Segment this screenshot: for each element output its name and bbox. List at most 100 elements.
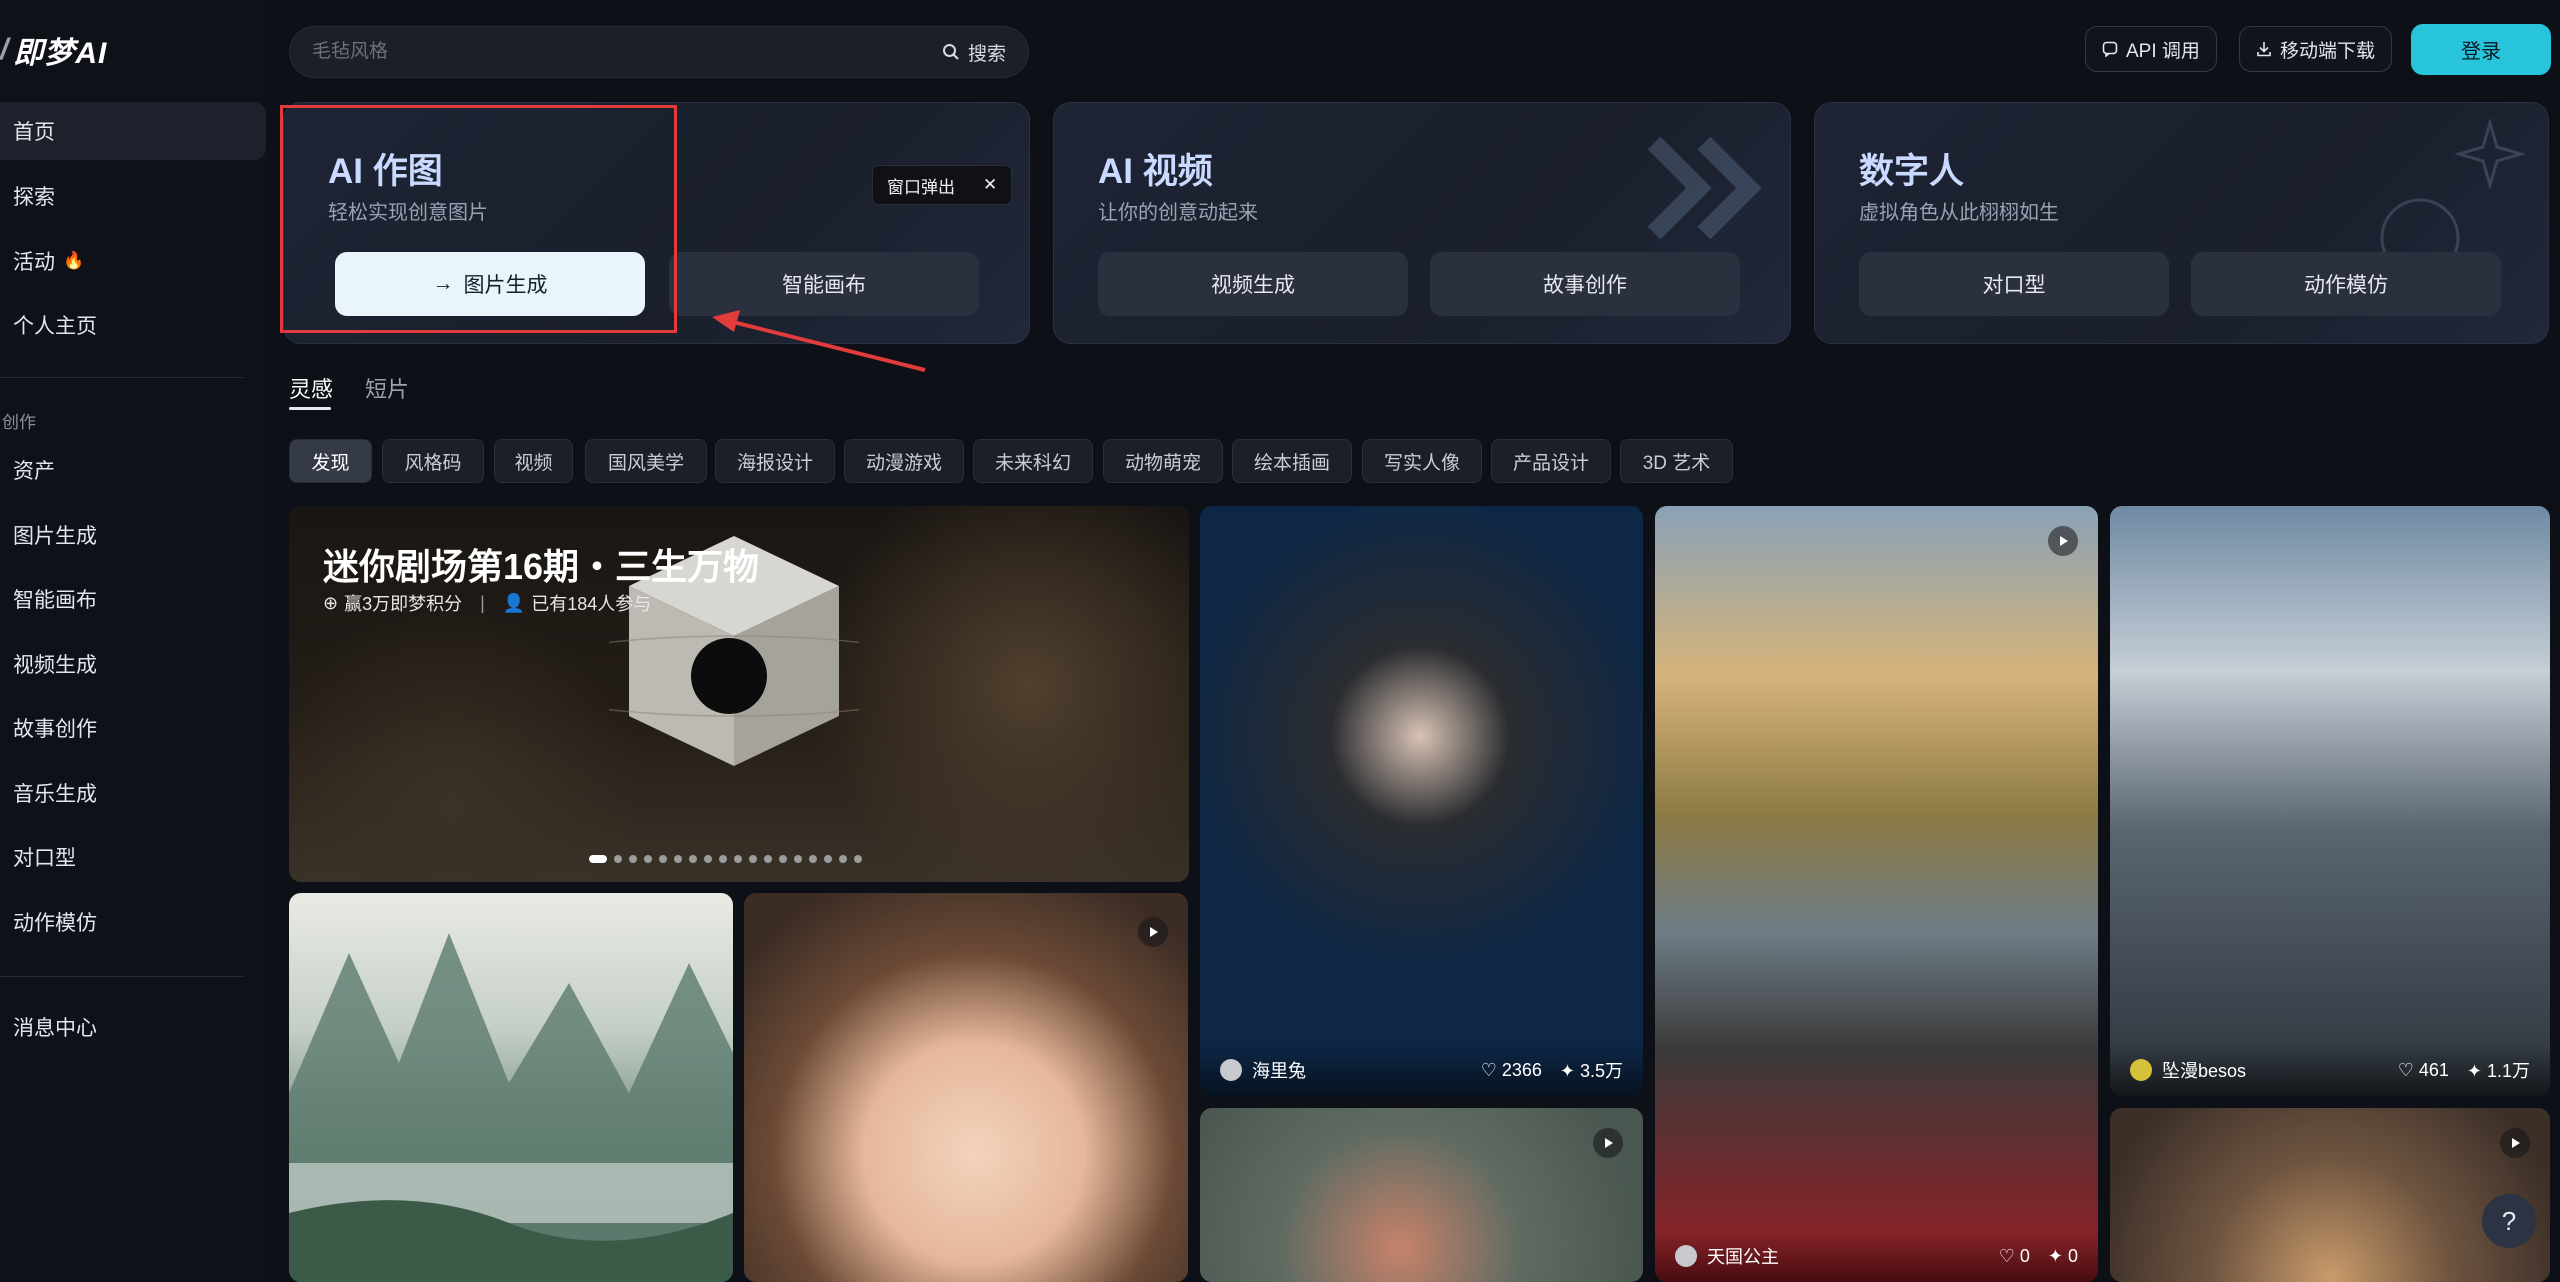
carousel-dots[interactable] [589,855,862,863]
remix-count[interactable]: ✦ 1.1万 [2467,1057,2530,1083]
author-name: 天国公主 [1707,1247,1779,1267]
carousel-dot[interactable] [589,855,607,863]
story-create-button[interactable]: 故事创作 [1430,252,1740,316]
highlight-annotation-box [280,105,677,333]
carousel-dot[interactable] [794,855,802,863]
carousel-dot[interactable] [749,855,757,863]
like-count[interactable]: ♡ 461 [2398,1060,2449,1081]
sidebar-item-messages[interactable]: 消息中心 [0,998,266,1056]
sea-portrait-tile[interactable]: 海里兔 ♡ 2366 ✦ 3.5万 [1200,506,1643,1096]
carousel-dot[interactable] [839,855,847,863]
api-button[interactable]: API 调用 [2085,26,2217,72]
chip-discover[interactable]: 发现 [289,439,372,483]
popup-window-tag[interactable]: 窗口弹出 ✕ [872,165,1013,205]
search-input[interactable] [290,27,920,77]
like-count[interactable]: ♡ 2366 [1481,1060,1542,1081]
card-digital-human: 数字人 虚拟角色从此栩栩如生 对口型 动作模仿 [1814,102,2549,344]
chip-style-code[interactable]: 风格码 [382,439,484,483]
search-button[interactable]: 搜索 [920,27,1028,77]
lipsync-button[interactable]: 对口型 [1859,252,2169,316]
carousel-dot[interactable] [779,855,787,863]
chip-portrait[interactable]: 写实人像 [1362,439,1482,483]
sidebar-item-label: 图片生成 [13,525,97,548]
play-icon[interactable] [2500,1128,2530,1158]
sidebar-item-image-gen[interactable]: 图片生成 [0,506,266,564]
remix-count[interactable]: ✦ 0 [2048,1246,2078,1267]
carousel-dot[interactable] [644,855,652,863]
sidebar-item-activity[interactable]: 活动 🔥 [0,232,266,290]
carousel-dot[interactable] [764,855,772,863]
character-image-tile[interactable] [1200,1108,1643,1282]
portrait-girl-tile[interactable] [744,893,1188,1282]
download-button[interactable]: 移动端下载 [2239,26,2393,72]
app-logo[interactable]: / 即梦AI [0,30,107,70]
sidebar-item-video-gen[interactable]: 视频生成 [0,635,266,693]
avatar [1675,1245,1697,1267]
chip-product[interactable]: 产品设计 [1491,439,1611,483]
close-icon[interactable]: ✕ [983,175,997,195]
mountain-man-tile[interactable]: 坠漫besos ♡ 461 ✦ 1.1万 [2110,506,2550,1096]
carousel-dot[interactable] [824,855,832,863]
campaign-banner[interactable]: 迷你剧场第16期・三生万物 ⊕ 赢3万即梦积分 | 👤 已有184人参与 [289,506,1189,882]
chip-3d-art[interactable]: 3D 艺术 [1620,439,1733,483]
chip-poster[interactable]: 海报设计 [715,439,835,483]
search-button-label: 搜索 [967,43,1006,65]
car-woman-tile[interactable]: 天国公主 ♡ 0 ✦ 0 [1655,506,2098,1282]
logo-text: 即梦AI [13,37,108,70]
help-button[interactable]: ? [2482,1194,2536,1248]
play-icon[interactable] [1593,1128,1623,1158]
sidebar-item-canvas[interactable]: 智能画布 [0,570,266,628]
tab-shorts[interactable]: 短片 [365,372,409,404]
carousel-dot[interactable] [689,855,697,863]
carousel-dot[interactable] [704,855,712,863]
carousel-dot[interactable] [674,855,682,863]
question-icon: ? [2501,1205,2517,1236]
remix-count[interactable]: ✦ 3.5万 [1560,1057,1623,1083]
flame-icon: 🔥 [63,251,85,270]
carousel-dot[interactable] [719,855,727,863]
chip-anime-games[interactable]: 动漫游戏 [844,439,964,483]
sidebar-item-explore[interactable]: 探索 [0,167,266,225]
sidebar-item-assets[interactable]: 资产 [0,441,266,499]
chip-video[interactable]: 视频 [494,439,573,483]
author-name: 海里兔 [1252,1061,1306,1081]
carousel-dot[interactable] [809,855,817,863]
login-button[interactable]: 登录 [2411,24,2551,75]
tab-inspiration[interactable]: 灵感 [289,372,333,404]
sidebar-item-music[interactable]: 音乐生成 [0,764,266,822]
sidebar-item-profile[interactable]: 个人主页 [0,296,266,354]
motion-mimic-button[interactable]: 动作模仿 [2191,252,2501,316]
sidebar-item-story[interactable]: 故事创作 [0,699,266,757]
chip-guofeng[interactable]: 国风美学 [585,439,707,483]
card-ai-video: AI 视频 让你的创意动起来 视频生成 故事创作 [1053,102,1791,344]
carousel-dot[interactable] [614,855,622,863]
play-icon[interactable] [2048,526,2078,556]
sidebar-item-label: 故事创作 [13,718,97,741]
author-name: 坠漫besos [2162,1061,2247,1081]
chip-pets[interactable]: 动物萌宠 [1103,439,1223,483]
user-icon: 👤 [502,592,526,613]
remixes-value: 0 [2067,1245,2078,1266]
download-icon [2257,42,2271,57]
carousel-dot[interactable] [854,855,862,863]
tile-author[interactable]: 海里兔 [1220,1057,1481,1083]
video-generate-button[interactable]: 视频生成 [1098,252,1408,316]
carousel-dot[interactable] [734,855,742,863]
tile-author[interactable]: 天国公主 [1675,1243,1999,1269]
carousel-dot[interactable] [629,855,637,863]
carousel-dot[interactable] [659,855,667,863]
tile-author[interactable]: 坠漫besos [2130,1057,2398,1083]
sidebar-divider [0,976,244,977]
cat-image-tile[interactable] [2110,1108,2550,1282]
sidebar-item-home[interactable]: 首页 [0,102,266,160]
landscape-image-tile[interactable] [289,893,733,1282]
sidebar-item-motion[interactable]: 动作模仿 [0,893,266,951]
sidebar-item-lipsync[interactable]: 对口型 [0,828,266,886]
like-count[interactable]: ♡ 0 [1999,1246,2030,1267]
red-arrow-annotation-icon [712,310,926,372]
chip-illustration[interactable]: 绘本插画 [1232,439,1352,483]
play-icon[interactable] [1138,917,1168,947]
chip-scifi[interactable]: 未来科幻 [973,439,1093,483]
sidebar-item-label: 对口型 [13,847,76,870]
banner-meta: ⊕ 赢3万即梦积分 | 👤 已有184人参与 [323,590,651,616]
